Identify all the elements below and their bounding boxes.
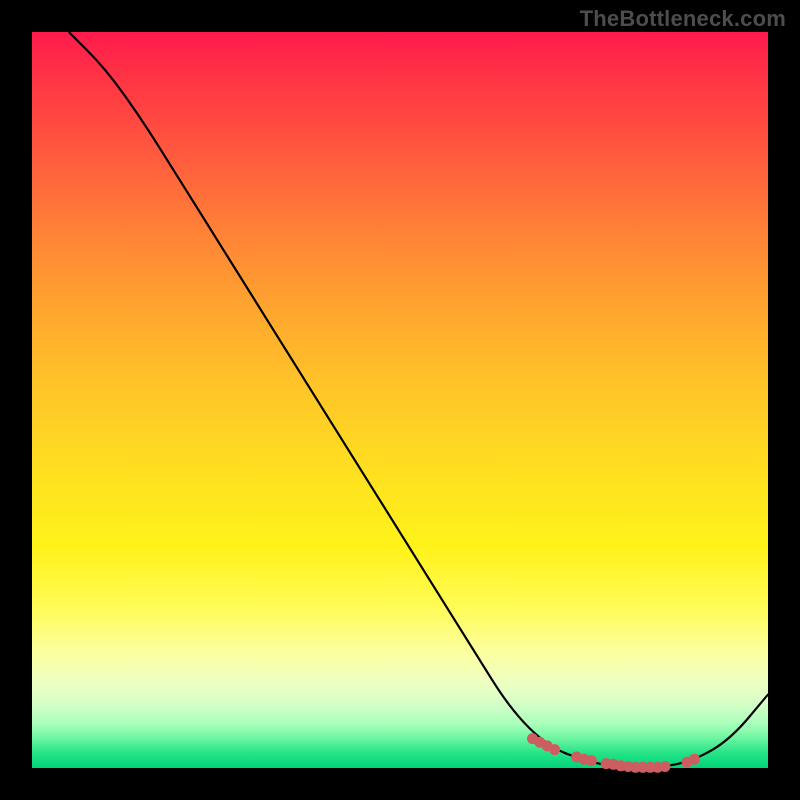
bottleneck-curve-svg	[32, 32, 768, 768]
marker-dot	[689, 754, 700, 765]
marker-dot	[549, 744, 560, 755]
black-frame: TheBottleneck.com	[0, 0, 800, 800]
bottleneck-curve-path	[69, 32, 768, 768]
watermark-text: TheBottleneck.com	[580, 6, 786, 32]
marker-group	[527, 733, 700, 773]
gradient-plot-area	[32, 32, 768, 768]
marker-dot	[660, 761, 671, 772]
marker-dot	[586, 755, 597, 766]
